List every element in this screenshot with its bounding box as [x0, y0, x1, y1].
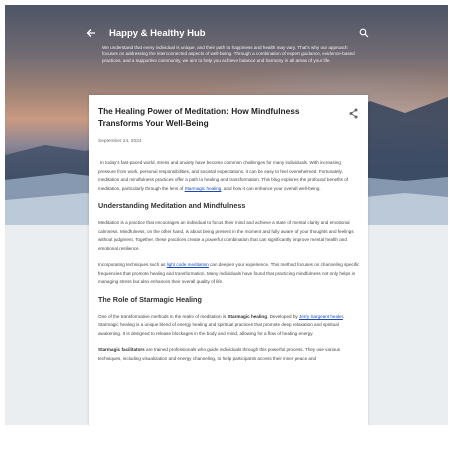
post-date: September 24, 2024: [98, 139, 142, 144]
intro-text-end: , and how it can enhance your overall we…: [221, 185, 321, 191]
search-button[interactable]: [359, 25, 373, 39]
search-icon: [359, 28, 369, 38]
starmagic-text: One of the transformative methods in the…: [98, 313, 228, 319]
back-button[interactable]: [83, 25, 99, 41]
intro-paragraph: In today's fast-paced world, stress and …: [98, 159, 360, 193]
post-body: In today's fast-paced world, stress and …: [98, 159, 360, 371]
meditation-paragraph: Meditation is a practice that encourages…: [98, 220, 354, 251]
facilitators-paragraph: Starmagic facilitators are trained profe…: [98, 346, 360, 363]
techniques-text: Incorporating techniques such as: [98, 262, 167, 267]
post-title: The Healing Power of Meditation: How Min…: [98, 106, 300, 128]
facilitators-emphasis: Starmagic facilitators: [98, 347, 145, 352]
starmagic-emphasis: Starmagic healing: [227, 313, 268, 319]
starmagic-healing-link[interactable]: Starmagic healing: [185, 186, 222, 191]
blog-description: We understand that every individual is u…: [102, 45, 355, 63]
techniques-paragraph: Incorporating techniques such as light c…: [98, 261, 360, 287]
arrow-left-icon: [86, 29, 95, 37]
post-card: The Healing Power of Meditation: How Min…: [89, 95, 368, 425]
blog-title[interactable]: Happy & Healthy Hub: [109, 28, 206, 39]
jerry-sargeant-healer-link[interactable]: Jerry Sargeant healer: [299, 314, 343, 319]
section-heading-starmagic: The Role of Starmagic Healing: [98, 294, 202, 304]
starmagic-paragraph: One of the transformative methods in the…: [98, 313, 360, 339]
share-button[interactable]: [349, 106, 359, 119]
blog-header: Happy & Healthy Hub: [83, 23, 373, 43]
blog-page: Happy & Healthy Hub We understand that e…: [5, 5, 448, 425]
light-code-meditation-link[interactable]: light code meditation: [167, 262, 209, 267]
starmagic-text-mid: . Developed by: [267, 313, 299, 319]
share-icon: [349, 108, 358, 119]
section-heading-meditation: Understanding Meditation and Mindfulness: [98, 201, 246, 210]
